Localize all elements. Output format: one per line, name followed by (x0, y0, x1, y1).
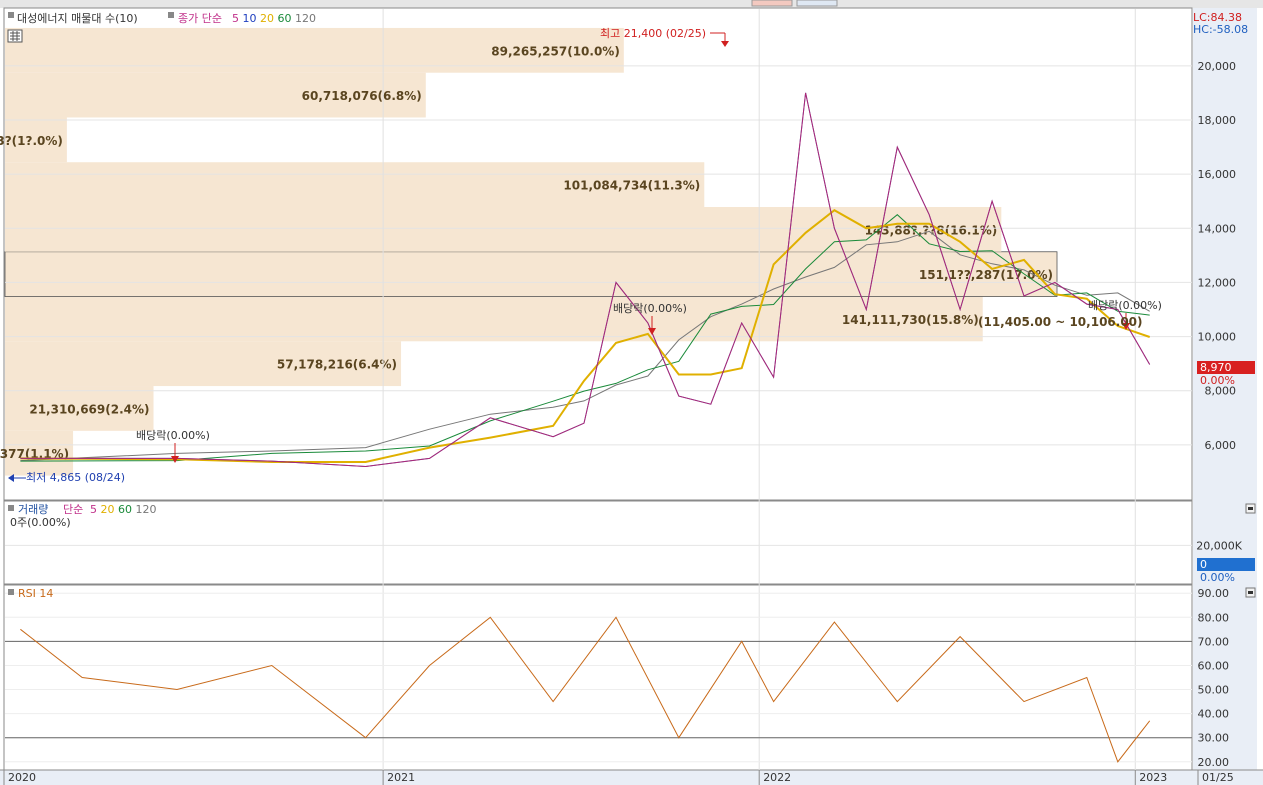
volume-panel-close-icon (1248, 507, 1253, 510)
volume-current-change: 0.00% (1200, 571, 1235, 584)
ma-period-10: 10 (243, 12, 261, 25)
rsi-tick-label: 90.00 (1198, 587, 1230, 600)
stock-chart: 9,806,377(1.1%)21,310,669(2.4%)57,178,21… (0, 0, 1263, 785)
price-tick-label: 14,000 (1198, 222, 1237, 235)
rsi-tick-label: 50.00 (1198, 684, 1230, 697)
low-label: 최저 4,865 (08/24) (26, 471, 125, 484)
x-axis-label: 2022 (763, 771, 791, 784)
volume-ma-type: 단순 (63, 503, 83, 516)
high-label: 최고 21,400 (02/25) (600, 27, 706, 40)
price-title: 대성에너지 매물대 수(10) (17, 12, 138, 25)
grid-icon-lines (10, 31, 20, 41)
volume-sub: 0주(0.00%) (10, 516, 71, 529)
rsi-title: RSI 14 (18, 587, 53, 600)
volume-tick-label: 20,000K (1196, 539, 1242, 552)
volume-ma-legend: 5 20 60 120 (90, 503, 157, 516)
dividend-label-1: 배당락(0.00%) (136, 429, 210, 442)
ma-period-120: 120 (295, 12, 316, 25)
volume-profile-label: 21,310,669(2.4%) (29, 402, 149, 416)
volume-ma-period-20: 20 (101, 503, 119, 516)
volume-ma-period-60: 60 (118, 503, 136, 516)
price-tick-label: 16,000 (1198, 168, 1237, 181)
ma-legend-prefix: 종가 단순 (178, 12, 222, 25)
ma-period-5: 5 (232, 12, 243, 25)
rsi-tick-label: 40.00 (1198, 708, 1230, 721)
price-tick-label: 12,000 (1198, 276, 1237, 289)
rsi-tick-label: 20.00 (1198, 756, 1230, 769)
rsi-tick-label: 60.00 (1198, 659, 1230, 672)
volume-current: 0 (1200, 558, 1207, 571)
rsi-panel-close-icon (1248, 591, 1253, 594)
rsi-tick-label: 30.00 (1198, 732, 1230, 745)
volume-profile-label: 101,084,734(11.3%) (563, 179, 700, 193)
volume-profile-bar (5, 207, 1002, 252)
volume-ma-period-5: 5 (90, 503, 101, 516)
volume-ma-period-120: 120 (136, 503, 157, 516)
price-tick-label: 20,000 (1198, 60, 1237, 73)
volume-profile-label: 57,178,216(6.4%) (277, 358, 397, 372)
price-tick-label: 18,000 (1198, 114, 1237, 127)
volume-profile-bar (4, 251, 1058, 297)
dividend-label-3: 배당락(0.00%) (1088, 299, 1162, 312)
volume-profile-label: 89,265,257(10.0%) (491, 44, 620, 58)
volume-profile-label: 60,718,076(6.8%) (302, 89, 422, 103)
rsi-tick-label: 70.00 (1198, 635, 1230, 648)
price-tick-label: 10,000 (1198, 331, 1237, 344)
ma-period-20: 20 (260, 12, 278, 25)
x-axis-label: 2023 (1139, 771, 1167, 784)
price-tick-label: 6,000 (1205, 439, 1237, 452)
range-label: (11,405.00 ~ 10,106.00) (978, 315, 1143, 329)
volume-profile-label: 115,583,43?(1?.0%) (0, 134, 63, 148)
ma-period-60: 60 (278, 12, 296, 25)
ma-legend: 5 10 20 60 120 (232, 12, 316, 25)
current-change: 0.00% (1200, 374, 1235, 387)
hc-label: HC:-58.08 (1193, 23, 1248, 36)
volume-profile-label: 141,111,730(15.8%) (842, 313, 979, 327)
top-toolbar (0, 0, 1263, 8)
current-price: 8,970 (1200, 361, 1232, 374)
volume-title: 거래량 (18, 503, 48, 516)
volume-profile-bar (5, 296, 983, 342)
rsi-tick-label: 80.00 (1198, 611, 1230, 624)
panel-frames (0, 7, 1263, 785)
x-axis-label: 01/25 (1202, 771, 1234, 784)
x-axis-label: 2021 (387, 771, 415, 784)
x-axis-label: 2020 (8, 771, 36, 784)
dividend-label-2: 배당락(0.00%) (613, 302, 687, 315)
